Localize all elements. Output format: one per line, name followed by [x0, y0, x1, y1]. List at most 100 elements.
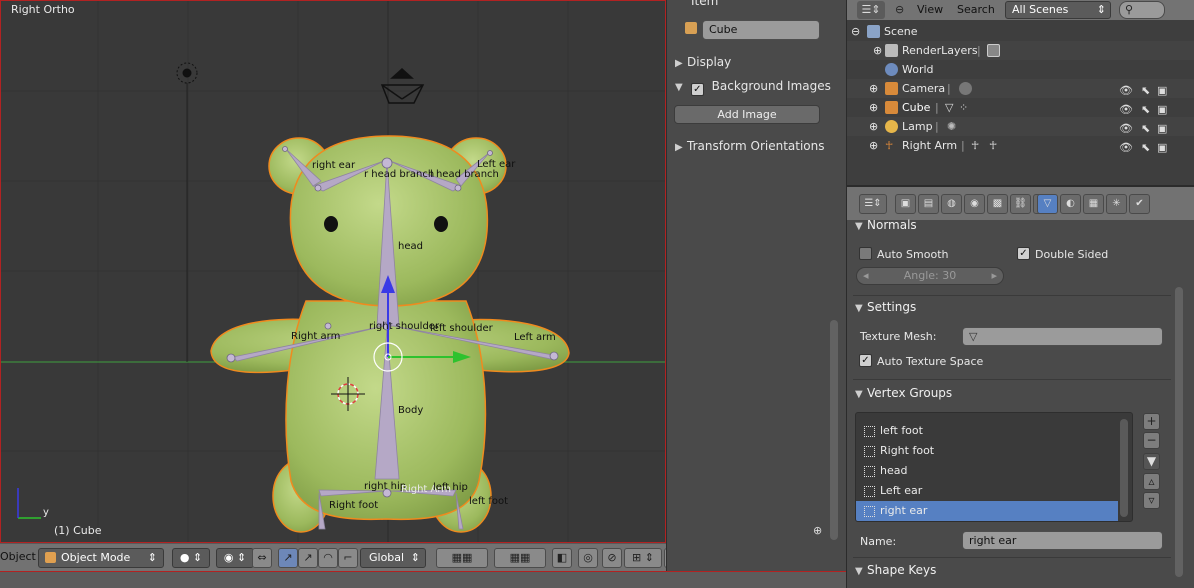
- object-tab-icon[interactable]: ▩: [987, 194, 1008, 214]
- camera-icon: [885, 82, 898, 95]
- vertex-groups-section-header[interactable]: ▼ Vertex Groups: [855, 386, 952, 400]
- editor-type-icon[interactable]: ☰⇕: [859, 194, 887, 214]
- lamp-object: [176, 62, 198, 362]
- decrement-arrow-icon[interactable]: ◂: [863, 268, 869, 284]
- expand-toggle-icon[interactable]: ⊕: [869, 98, 878, 117]
- outliner-row-right-arm[interactable]: ⊕ ☥ Right Arm | ☥ ☥ 👁 ⬉ ▣: [847, 136, 1194, 155]
- bone-label-head: head: [398, 241, 423, 252]
- list-item[interactable]: right ear: [856, 501, 1118, 521]
- outliner-row-lamp[interactable]: ⊕ Lamp | ✺ 👁 ⬉ ▣: [847, 117, 1194, 136]
- list-scrollbar[interactable]: [1120, 419, 1128, 517]
- render-camera-icon[interactable]: ▣: [1157, 138, 1167, 157]
- view-menu[interactable]: View: [917, 3, 943, 16]
- mode-select[interactable]: Object Mode ⇕: [38, 548, 164, 568]
- add-panel-icon[interactable]: ⊕: [813, 524, 822, 537]
- outliner-row-scene[interactable]: ⊖ Scene: [847, 22, 1194, 41]
- pivot-select[interactable]: ◉ ⇕: [216, 548, 254, 568]
- outliner-row-renderlayers[interactable]: ⊕ RenderLayers |: [847, 41, 1194, 60]
- shape-keys-section-header[interactable]: ▼ Shape Keys: [855, 563, 936, 577]
- snap-target-icon[interactable]: ⊞ ⇕: [624, 548, 662, 568]
- layers-grid-a-icon[interactable]: ▦▦: [436, 548, 488, 568]
- orientation-select[interactable]: Global ⇕: [360, 548, 426, 568]
- outliner-label: Right Arm: [902, 139, 958, 152]
- display-section-header[interactable]: ▶ Display: [675, 55, 731, 69]
- display-mode-select[interactable]: All Scenes ⇕: [1005, 1, 1111, 19]
- render-tab-icon[interactable]: ▣: [895, 194, 916, 214]
- render-layers-tab-icon[interactable]: ▤: [918, 194, 939, 214]
- translate-manipulator-icon[interactable]: ↗: [278, 548, 298, 568]
- constraints-tab-icon[interactable]: ⛓: [1010, 194, 1031, 214]
- snap-icon[interactable]: ⊘: [602, 548, 622, 568]
- orientation-label: Global: [369, 551, 405, 564]
- bone-label-right-shoulder: right shoulder: [369, 321, 440, 332]
- bone-label-left-hip: left hip: [433, 482, 468, 493]
- search-menu[interactable]: Search: [957, 3, 995, 16]
- mesh-data-tab-icon[interactable]: ▽: [1037, 194, 1058, 214]
- list-item[interactable]: Left ear: [856, 481, 1118, 501]
- list-item[interactable]: head: [856, 461, 1118, 481]
- timeline-strip[interactable]: [0, 571, 846, 588]
- shading-select[interactable]: ● ⇕: [172, 548, 210, 568]
- expanded-triangle-icon: ▼: [855, 221, 863, 232]
- particles-tab-icon[interactable]: ✳: [1106, 194, 1127, 214]
- increment-arrow-icon[interactable]: ▸: [991, 268, 997, 284]
- 3d-viewport[interactable]: Right Ortho (1) Cube y right ear r head …: [0, 0, 666, 543]
- add-vertex-group-button[interactable]: +: [1143, 413, 1160, 430]
- lock-layers-icon[interactable]: ◧: [552, 548, 572, 568]
- eye-icon[interactable]: 👁: [1119, 138, 1133, 157]
- physics-tab-icon[interactable]: ✔: [1129, 194, 1150, 214]
- item-name-field[interactable]: Cube: [702, 20, 820, 40]
- auto-texture-space-checkbox[interactable]: ✓: [859, 354, 872, 367]
- cursor-select-icon[interactable]: ⬉: [1141, 138, 1150, 157]
- texture-tab-icon[interactable]: ▦: [1083, 194, 1104, 214]
- layers-grid-b-icon[interactable]: ▦▦: [494, 548, 546, 568]
- texture-mesh-field[interactable]: ▽: [962, 327, 1163, 346]
- scene-tab-icon[interactable]: ◍: [941, 194, 962, 214]
- scale-icon[interactable]: ⌐: [338, 548, 358, 568]
- vertex-group-name-field[interactable]: right ear: [962, 531, 1163, 550]
- expand-toggle-icon[interactable]: ⊕: [869, 136, 878, 155]
- properties-scrollbar[interactable]: [1175, 287, 1183, 577]
- armature-icon: ☥: [885, 139, 894, 152]
- move-down-button[interactable]: ▿: [1143, 492, 1160, 509]
- expand-toggle-icon[interactable]: ⊕: [869, 117, 878, 136]
- move-icon[interactable]: ↗: [298, 548, 318, 568]
- angle-field[interactable]: ◂ Angle: 30 ▸: [856, 267, 1004, 285]
- rotate-icon[interactable]: ◠: [318, 548, 338, 568]
- move-up-button[interactable]: ▵: [1143, 473, 1160, 490]
- vertex-group-specials-button[interactable]: ▼: [1143, 453, 1160, 470]
- object-menu[interactable]: Object: [0, 550, 36, 563]
- manipulator-toggle-icon[interactable]: ⇔: [252, 548, 272, 568]
- expand-toggle-icon[interactable]: ⊕: [869, 79, 878, 98]
- remove-vertex-group-button[interactable]: −: [1143, 432, 1160, 449]
- expand-toggle-icon[interactable]: ⊕: [873, 41, 882, 60]
- separator: |: [977, 44, 981, 57]
- settings-section-header[interactable]: ▼ Settings: [855, 300, 916, 314]
- auto-texture-space-label: Auto Texture Space: [877, 355, 984, 368]
- outliner-row-world[interactable]: World: [847, 60, 1194, 79]
- auto-smooth-checkbox[interactable]: [859, 247, 872, 260]
- list-item[interactable]: left foot: [856, 421, 1118, 441]
- expanded-triangle-icon: ▼: [855, 389, 863, 400]
- outliner-search-field[interactable]: ⚲: [1119, 1, 1165, 19]
- double-sided-checkbox[interactable]: ✓: [1017, 247, 1030, 260]
- npanel-scrollbar[interactable]: [830, 320, 838, 540]
- outliner-row-camera[interactable]: ⊕ Camera | 👁 ⬉ ▣: [847, 79, 1194, 98]
- normals-section-header[interactable]: ▼ Normals: [855, 218, 917, 232]
- vertex-groups-list[interactable]: left foot Right foot head Left ear right…: [855, 412, 1133, 522]
- editor-type-icon[interactable]: ☰⇕: [857, 1, 885, 19]
- collapse-icon[interactable]: ⊖: [895, 3, 904, 16]
- vertex-group-icon: [864, 466, 875, 477]
- add-image-button[interactable]: Add Image: [674, 105, 820, 124]
- collapse-toggle-icon[interactable]: ⊖: [851, 22, 860, 41]
- world-tab-icon[interactable]: ◉: [964, 194, 985, 214]
- material-tab-icon[interactable]: ◐: [1060, 194, 1081, 214]
- list-item[interactable]: Right foot: [856, 441, 1118, 461]
- outliner-row-cube[interactable]: ⊕ Cube | ▽ ⁘ 👁 ⬉ ▣: [847, 98, 1194, 117]
- transform-orientations-section-header[interactable]: ▶ Transform Orientations: [675, 139, 825, 153]
- angle-label: Angle: 30: [903, 269, 957, 282]
- bg-images-checkbox[interactable]: ✓: [690, 83, 704, 96]
- item-section-header[interactable]: Item: [691, 0, 718, 8]
- proportional-edit-icon[interactable]: ◎: [578, 548, 598, 568]
- bg-images-section-header[interactable]: ▼ ✓ Background Images: [675, 79, 831, 96]
